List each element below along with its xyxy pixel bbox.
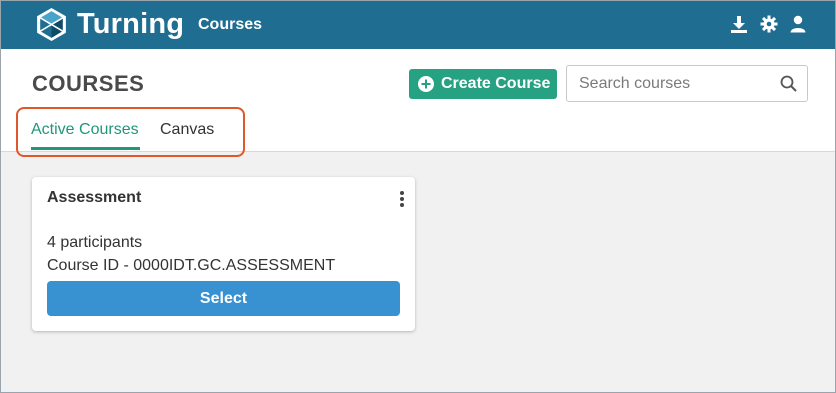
create-course-button[interactable]: Create Course	[409, 69, 557, 99]
nav-courses-link[interactable]: Courses	[198, 14, 262, 36]
search-icon[interactable]	[780, 75, 797, 92]
search-input[interactable]	[579, 72, 775, 96]
create-course-label: Create Course	[441, 75, 551, 92]
active-tab-indicator	[31, 147, 140, 150]
search-box	[566, 65, 808, 102]
select-course-button[interactable]: Select	[47, 281, 400, 316]
tab-canvas[interactable]: Canvas	[160, 119, 214, 141]
plus-circle-icon	[418, 76, 434, 92]
more-options-icon[interactable]	[397, 190, 407, 208]
turning-logo-icon	[37, 8, 66, 41]
course-id: Course ID - 0000IDT.GC.ASSESSMENT	[47, 257, 336, 274]
participant-count: 4 participants	[47, 234, 143, 251]
tab-active-courses[interactable]: Active Courses	[31, 119, 139, 141]
app-window: Turning Courses COURSES Create Course Se…	[0, 0, 836, 393]
brand-name: Turning	[77, 8, 185, 40]
page-title: COURSES	[32, 71, 145, 96]
course-name: Assessment	[47, 189, 142, 206]
course-card: Assessment 4 participants Course ID - 00…	[32, 177, 415, 331]
page-header: COURSES Create Course Active Courses Can…	[1, 49, 835, 157]
top-nav-bar: Turning Courses	[1, 1, 835, 49]
download-icon[interactable]	[730, 15, 748, 33]
gear-icon[interactable]	[760, 15, 778, 33]
user-icon[interactable]	[789, 15, 807, 33]
